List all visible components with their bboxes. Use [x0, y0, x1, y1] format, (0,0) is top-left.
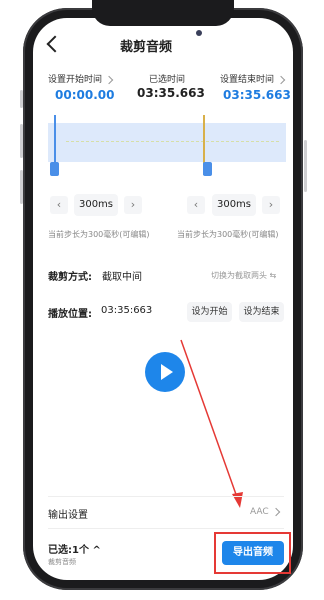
- output-format-selector[interactable]: AAC: [250, 507, 280, 517]
- highlight-box: [214, 532, 291, 574]
- selected-sub-label: 裁剪音频: [48, 558, 76, 566]
- selected-count-label: 已选:1个: [48, 545, 89, 556]
- selected-count[interactable]: 已选:1个 ^: [48, 541, 101, 556]
- output-format-value: AAC: [250, 507, 269, 517]
- camera-icon: [196, 30, 202, 36]
- output-settings-label: 输出设置: [48, 510, 88, 521]
- chevron-right-icon: [271, 507, 280, 516]
- divider: [48, 496, 284, 497]
- notch: [92, 0, 234, 26]
- chevron-up-icon: ^: [92, 545, 101, 556]
- divider: [48, 528, 284, 529]
